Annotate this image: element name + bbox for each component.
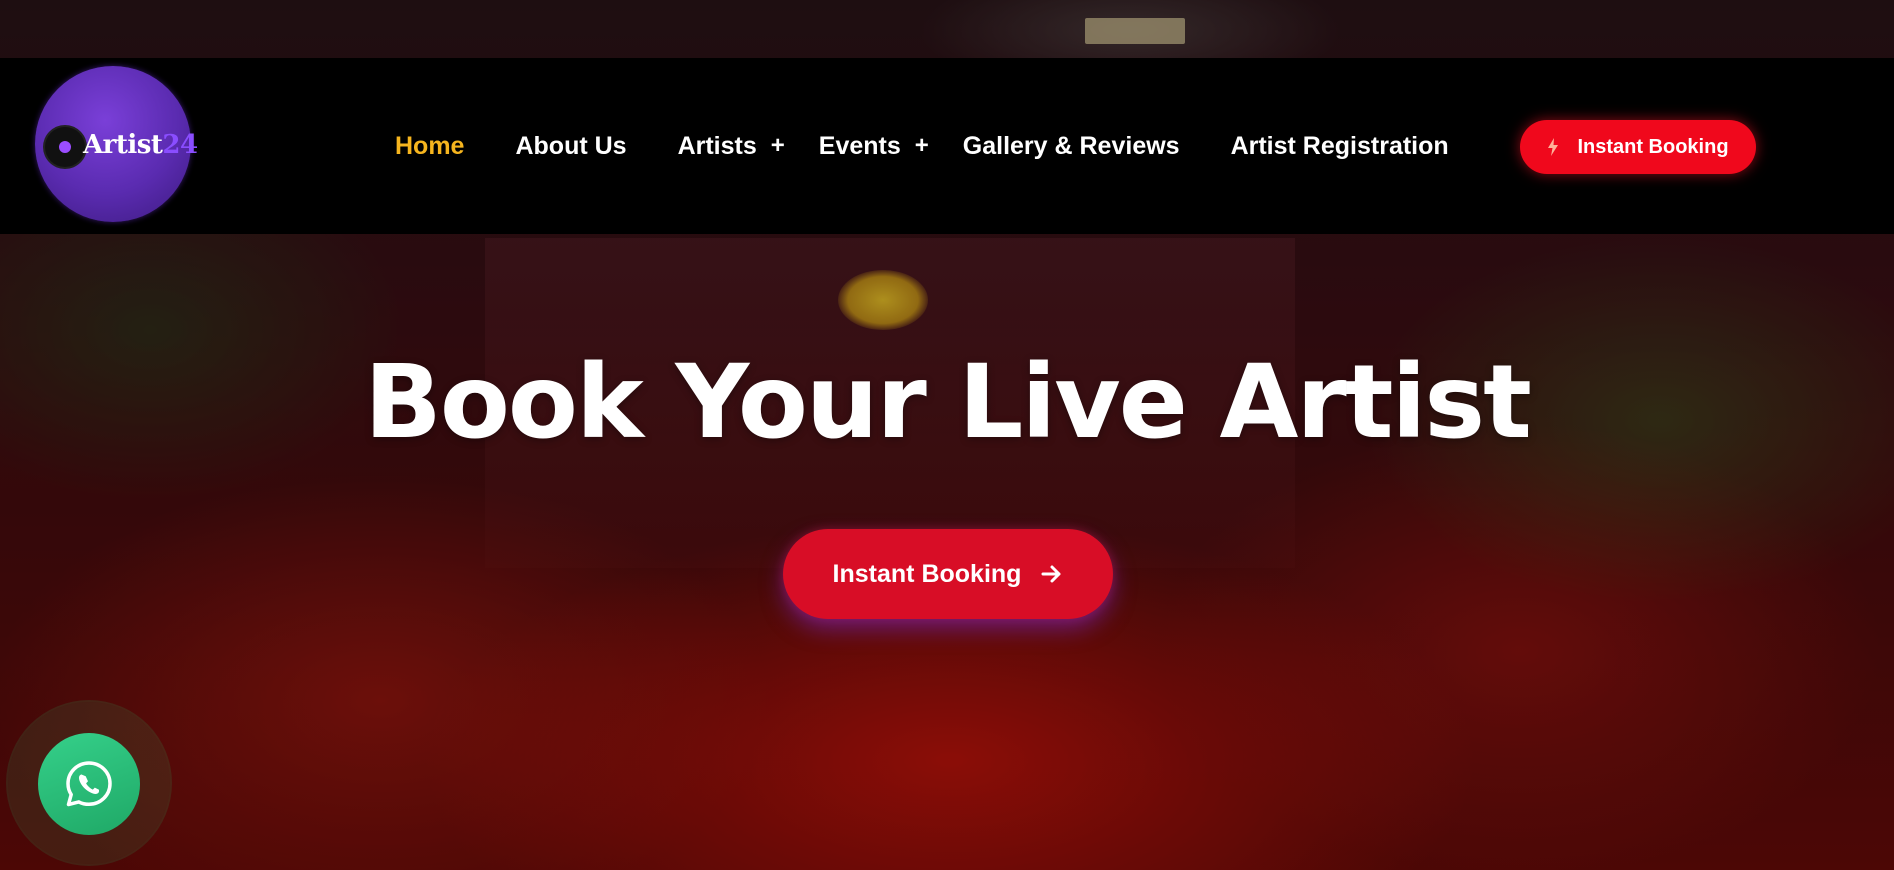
nav-item-events[interactable]: Events + [819, 132, 929, 161]
nav-item-label: Gallery & Reviews [962, 131, 1180, 160]
expand-plus-icon[interactable]: + [915, 132, 929, 160]
whatsapp-button[interactable] [38, 733, 140, 835]
nav-item-artists[interactable]: Artists + [678, 132, 785, 161]
brand-logo-word: Artist [83, 130, 163, 160]
nav-item-label: Artists [677, 131, 757, 160]
instant-booking-header-button[interactable]: Instant Booking [1520, 120, 1756, 174]
main-nav: Home About Us Artists + Events + Gallery… [395, 58, 1449, 234]
lightning-bolt-icon [1548, 138, 1559, 156]
nav-item-gallery-reviews[interactable]: Gallery & Reviews [963, 132, 1180, 161]
nav-item-label: About Us [515, 131, 627, 160]
whatsapp-icon [66, 761, 112, 807]
page: Artist24 Home About Us Artists + Events … [0, 0, 1894, 870]
nav-item-home[interactable]: Home [395, 132, 464, 161]
instant-booking-header-label: Instant Booking [1577, 135, 1729, 158]
expand-plus-icon[interactable]: + [771, 132, 785, 160]
arrow-right-icon [1041, 565, 1061, 583]
nav-item-artist-registration[interactable]: Artist Registration [1231, 132, 1449, 161]
site-header: Artist24 Home About Us Artists + Events … [0, 58, 1894, 234]
nav-item-about-us[interactable]: About Us [515, 132, 626, 161]
vinyl-record-icon [45, 127, 85, 167]
brand-logo[interactable]: Artist24 [35, 66, 198, 222]
nav-item-label: Artist Registration [1230, 131, 1449, 160]
nav-item-label: Events [818, 131, 901, 160]
hero-title: Book Your Live Artist [364, 343, 1532, 462]
instant-booking-hero-label: Instant Booking [832, 559, 1022, 588]
nav-item-label: Home [395, 131, 465, 160]
instant-booking-hero-button[interactable]: Instant Booking [783, 529, 1113, 619]
brand-logo-number: 24 [162, 130, 198, 160]
brand-logo-text: Artist24 [83, 130, 198, 160]
